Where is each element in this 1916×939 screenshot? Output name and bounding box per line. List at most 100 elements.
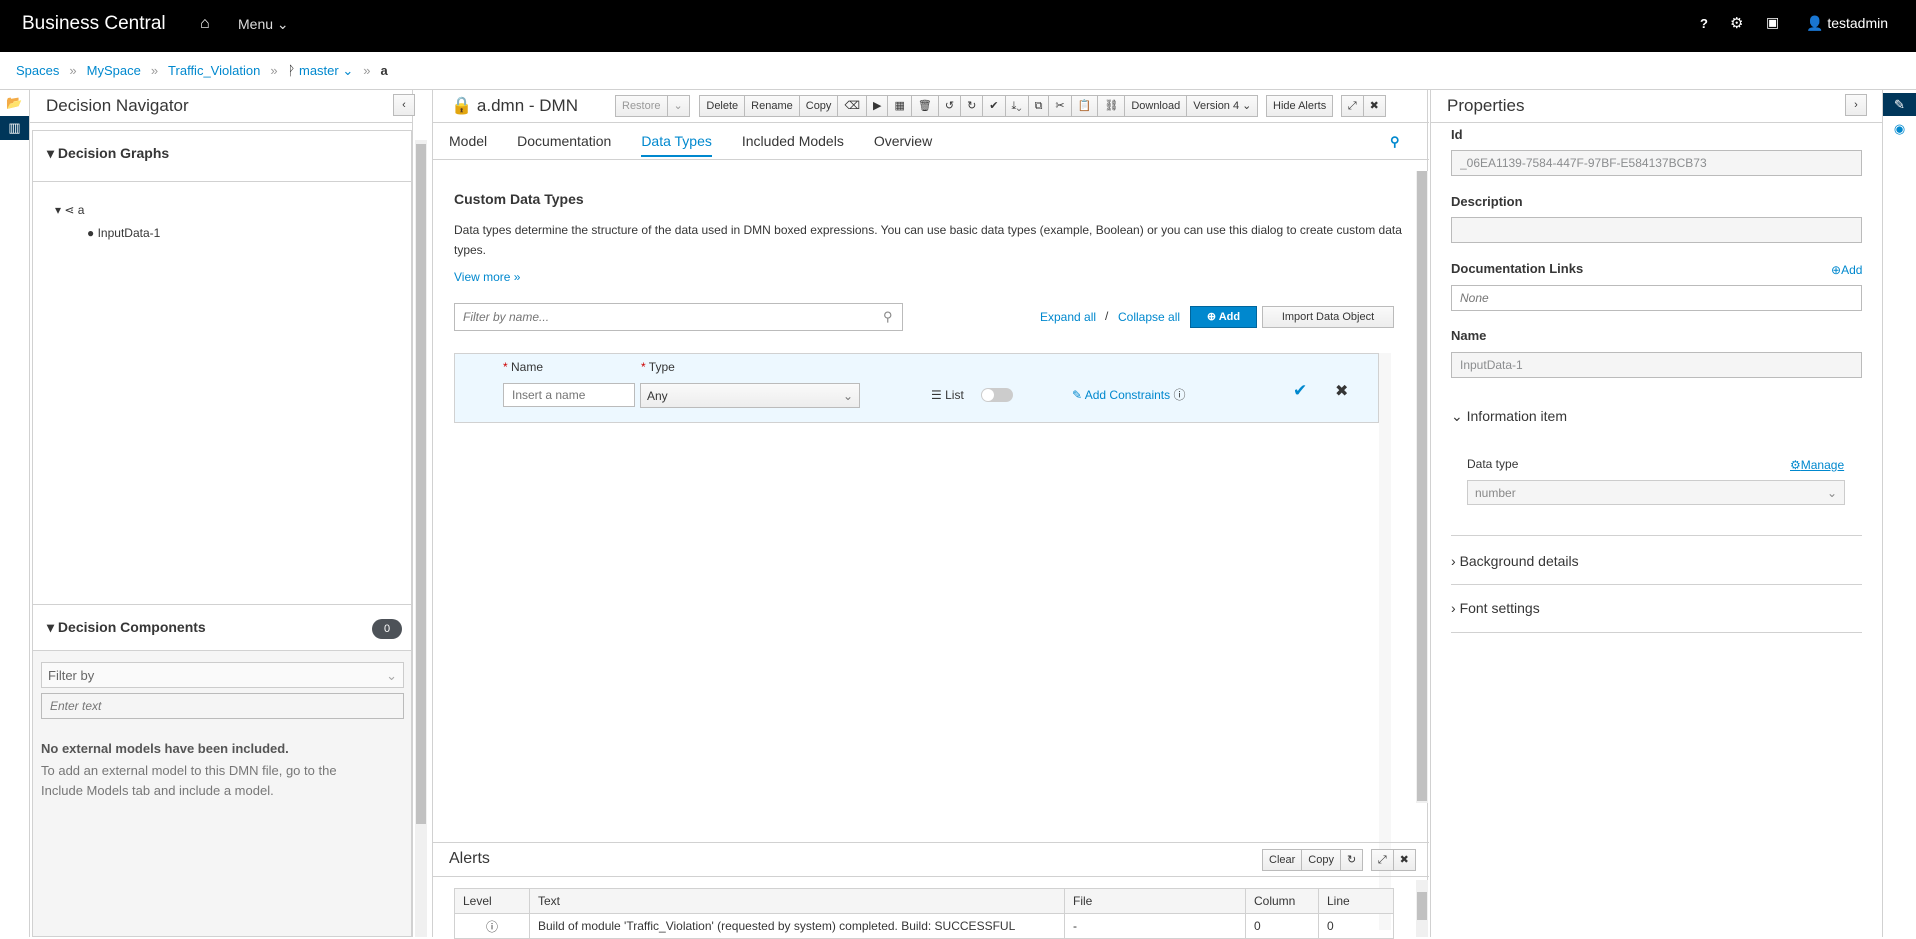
collapse-left-button[interactable]: ‹ xyxy=(393,94,415,116)
search-icon[interactable]: ⚲ xyxy=(1390,134,1400,150)
username: testadmin xyxy=(1827,15,1889,31)
data-type-select[interactable]: number ⌄ xyxy=(1467,480,1845,505)
paste-icon[interactable]: 📋 xyxy=(1071,95,1099,117)
confirm-check-icon[interactable]: ✔ xyxy=(1293,381,1307,401)
delete-button[interactable]: Delete xyxy=(699,95,746,117)
folder-open-icon[interactable]: 📂 xyxy=(0,90,29,116)
information-item-toggle[interactable]: ⌄ Information item xyxy=(1451,408,1567,425)
tab-model[interactable]: Model xyxy=(449,133,487,157)
download-button[interactable]: Download xyxy=(1125,95,1188,117)
datatypes-scrollbar[interactable] xyxy=(1379,353,1391,930)
font-settings-toggle[interactable]: › Font settings xyxy=(1451,600,1540,616)
type-label-text: Type xyxy=(648,360,675,374)
user-menu[interactable]: 👤 testadmin xyxy=(1806,15,1888,32)
eye-icon[interactable]: ◉ xyxy=(1883,116,1916,142)
tree-root[interactable]: ▾ ⋖ a xyxy=(55,203,84,217)
hide-alerts-button[interactable]: Hide Alerts xyxy=(1266,95,1334,117)
background-label: Background details xyxy=(1459,553,1579,569)
import-data-object-button[interactable]: Import Data Object xyxy=(1262,306,1394,328)
table-row[interactable]: ⓘ Build of module 'Traffic_Violation' (r… xyxy=(454,913,1394,939)
copy-button[interactable]: Copy xyxy=(799,95,839,117)
copy-icon[interactable]: ⧉ xyxy=(1028,95,1050,117)
info-icon: ⓘ xyxy=(1173,388,1186,402)
tab-data-types[interactable]: Data Types xyxy=(641,133,712,157)
editor-toolbar: Restore ⌄ Delete Rename Copy ⌫ ▶ ▦ 🗑 ↺ ↻ … xyxy=(615,95,1386,117)
home-icon[interactable]: ⌂ xyxy=(200,15,210,33)
circle-icon: ● xyxy=(87,226,95,240)
tab-documentation[interactable]: Documentation xyxy=(517,133,611,157)
sitemap-icon[interactable]: ⛓ xyxy=(1098,95,1126,117)
breadcrumb-project[interactable]: Traffic_Violation xyxy=(168,63,260,79)
trash-icon[interactable]: 🗑 xyxy=(911,95,939,117)
tab-included-models[interactable]: Included Models xyxy=(742,133,844,157)
redo-icon[interactable]: ↻ xyxy=(961,95,984,117)
restore-dropdown[interactable]: ⌄ xyxy=(667,95,690,117)
breadcrumb-current: a xyxy=(380,63,388,78)
menu-dropdown[interactable]: Menu ⌄ xyxy=(238,16,289,33)
id-field[interactable] xyxy=(1451,150,1862,176)
tree-item-inputdata[interactable]: ● InputData-1 xyxy=(87,226,160,240)
col-line: Line xyxy=(1318,888,1394,914)
filter-by-name-input[interactable] xyxy=(454,303,903,331)
description-field[interactable] xyxy=(1451,217,1862,243)
col-level: Level xyxy=(454,888,530,914)
brand-title: Business Central xyxy=(22,13,166,34)
refresh-icon[interactable]: ↻ xyxy=(1340,849,1364,871)
empty-title: No external models have been included. xyxy=(41,741,289,756)
cancel-x-icon[interactable]: ✖ xyxy=(1335,381,1348,401)
breadcrumb-myspace[interactable]: MySpace xyxy=(87,63,141,79)
help-icon[interactable]: ? xyxy=(1700,16,1708,31)
cut-icon[interactable]: ✂ xyxy=(1049,95,1072,117)
grid-icon[interactable]: ▦ xyxy=(888,95,912,117)
expand-all-link[interactable]: Expand all xyxy=(1040,310,1096,324)
map-icon[interactable]: ▥ xyxy=(0,116,29,140)
background-details-toggle[interactable]: › Background details xyxy=(1451,553,1579,569)
alerts-copy-button[interactable]: Copy xyxy=(1302,849,1341,871)
edit-properties-icon[interactable]: ✎ xyxy=(1883,93,1916,116)
validate-icon[interactable]: ✔ xyxy=(983,95,1006,117)
enter-text-input[interactable] xyxy=(41,693,404,719)
gear-icon[interactable]: ⚙ xyxy=(1730,14,1743,32)
restore-button[interactable]: Restore xyxy=(615,95,668,117)
editor-scrollbar[interactable] xyxy=(1416,171,1428,803)
close-icon[interactable]: ✖ xyxy=(1363,95,1386,117)
breadcrumb-spaces[interactable]: Spaces xyxy=(16,63,59,79)
eraser-icon[interactable]: ⌫ xyxy=(838,95,867,117)
add-constraints-link[interactable]: ✎ Add Constraints ⓘ xyxy=(1072,386,1185,403)
maximize-icon[interactable]: ⤢ xyxy=(1340,95,1364,117)
clear-button[interactable]: Clear xyxy=(1262,849,1303,871)
decision-graphs-header[interactable]: ▾ Decision Graphs xyxy=(47,145,169,162)
rename-button[interactable]: Rename xyxy=(745,95,800,117)
branch-selector[interactable]: ᚹ master ⌄ xyxy=(288,63,354,79)
editor-panel: 🔒 a.dmn - DMN Restore ⌄ Delete Rename Cop… xyxy=(432,90,1429,939)
decision-components-header[interactable]: ▾ Decision Components xyxy=(47,619,206,636)
play-icon[interactable]: ▶ xyxy=(867,95,889,117)
version-dropdown[interactable]: Version 4 ⌄ xyxy=(1187,95,1259,117)
briefcase-icon[interactable]: ▣ xyxy=(1766,14,1779,31)
add-data-type-button[interactable]: ⊕ Add xyxy=(1190,306,1257,328)
filter-by-select[interactable]: Filter by ⌄ xyxy=(41,662,404,688)
alerts-scrollbar[interactable] xyxy=(1416,880,1428,937)
data-type-label: Data type xyxy=(1467,457,1519,471)
type-select[interactable]: Any ⌄ xyxy=(640,383,860,408)
alerts-title: Alerts xyxy=(449,850,490,867)
collapse-right-button[interactable]: › xyxy=(1845,94,1867,116)
export-icon[interactable]: ⤓⌄ xyxy=(1005,95,1029,117)
close-icon[interactable]: ✖ xyxy=(1393,849,1416,871)
doc-links-field[interactable] xyxy=(1451,285,1862,311)
alerts-toolbar: Clear Copy ↻ ⤢ ✖ xyxy=(1262,849,1416,871)
tab-overview[interactable]: Overview xyxy=(874,133,932,157)
undo-icon[interactable]: ↺ xyxy=(938,95,962,117)
list-toggle[interactable] xyxy=(981,388,1013,402)
add-doc-link-button[interactable]: ⊕Add xyxy=(1831,263,1862,277)
view-more-link[interactable]: View more » xyxy=(454,270,520,284)
name-label: Name xyxy=(1451,328,1487,343)
name-input[interactable] xyxy=(503,383,635,407)
collapse-all-link[interactable]: Collapse all xyxy=(1118,310,1180,324)
name-field[interactable] xyxy=(1451,352,1862,378)
manage-link[interactable]: ⚙Manage xyxy=(1790,458,1844,472)
type-label: * Type xyxy=(641,360,675,374)
maximize-icon[interactable]: ⤢ xyxy=(1370,849,1394,871)
left-scrollbar[interactable] xyxy=(415,140,427,937)
info-item-label: Information item xyxy=(1466,408,1567,424)
